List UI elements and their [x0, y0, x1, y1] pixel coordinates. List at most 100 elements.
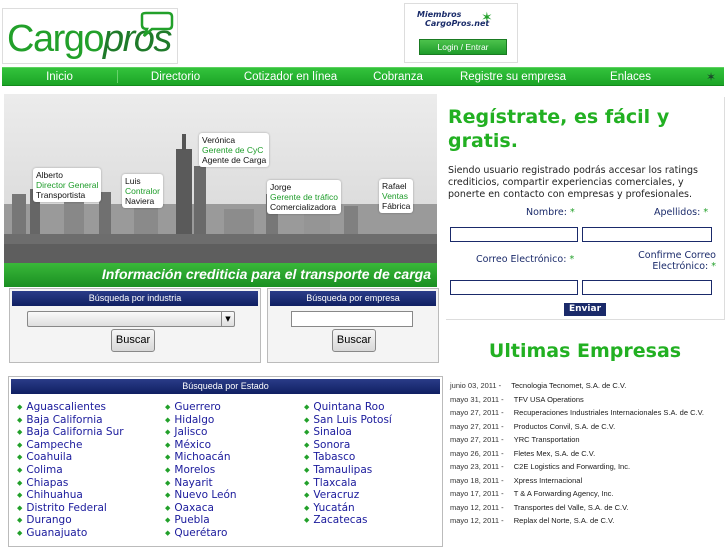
state-link[interactable]: ◆ Querétaro	[165, 527, 237, 540]
state-link[interactable]: ◆ Durango	[17, 514, 124, 527]
industry-select[interactable]: ▼	[27, 311, 235, 327]
state-name[interactable]: Baja California	[26, 414, 102, 426]
state-link[interactable]: ◆ San Luis Potosí	[304, 414, 392, 427]
company-link[interactable]: YRC Transportation	[514, 435, 580, 444]
industry-search-button[interactable]: Buscar	[111, 329, 155, 352]
company-link[interactable]: Productos Convil, S.A. de C.V.	[514, 422, 615, 431]
company-date: mayo 17, 2011	[450, 489, 500, 498]
bullet-diamond-icon: ◆	[304, 491, 310, 500]
state-link[interactable]: ◆ Guanajuato	[17, 527, 124, 540]
company-link[interactable]: Recuperaciones Industriales Internaciona…	[514, 408, 704, 417]
state-name[interactable]: Morelos	[174, 464, 215, 476]
company-link[interactable]: T & A Forwarding Agency, Inc.	[514, 489, 614, 498]
state-link[interactable]: ◆ Chihuahua	[17, 489, 124, 502]
lastname-field[interactable]	[582, 227, 712, 242]
state-link[interactable]: ◆ Puebla	[165, 514, 237, 527]
confirm-email-field[interactable]	[582, 280, 712, 295]
state-link[interactable]: ◆ Nayarit	[165, 477, 237, 490]
state-link[interactable]: ◆ Veracruz	[304, 489, 392, 502]
company-link[interactable]: TFV USA Operations	[514, 395, 584, 404]
state-name[interactable]: Yucatán	[313, 502, 354, 514]
submit-button[interactable]: Enviar	[564, 303, 606, 316]
state-name[interactable]: Jalisco	[174, 426, 207, 438]
state-link[interactable]: ◆ México	[165, 439, 237, 452]
state-name[interactable]: Oaxaca	[174, 502, 214, 514]
state-name[interactable]: Querétaro	[174, 527, 227, 539]
state-link[interactable]: ◆ Coahuila	[17, 451, 124, 464]
state-name[interactable]: Chihuahua	[26, 489, 82, 501]
state-link[interactable]: ◆ Baja California	[17, 414, 124, 427]
state-name[interactable]: Colima	[26, 464, 62, 476]
company-link[interactable]: Fletes Mex, S.A. de C.V.	[514, 449, 595, 458]
company-search-input[interactable]	[291, 311, 413, 327]
state-link[interactable]: ◆ Chiapas	[17, 477, 124, 490]
state-link[interactable]: ◆ Sinaloa	[304, 426, 392, 439]
state-name[interactable]: Veracruz	[313, 489, 359, 501]
company-link[interactable]: Xpress Internacional	[514, 476, 582, 485]
state-name[interactable]: Chiapas	[26, 477, 68, 489]
state-name[interactable]: Guanajuato	[26, 527, 87, 539]
search-industry-header: Búsqueda por industria	[12, 291, 258, 306]
bullet-diamond-icon: ◆	[304, 478, 310, 487]
state-name[interactable]: Sonora	[313, 439, 350, 451]
state-link[interactable]: ◆ Nuevo León	[165, 489, 237, 502]
company-link[interactable]: Replax del Norte, S.A. de C.V.	[514, 516, 615, 525]
name-label: Nombre: *	[526, 207, 575, 218]
state-link[interactable]: ◆ Hidalgo	[165, 414, 237, 427]
nav-cotizador[interactable]: Cotizador en línea	[233, 71, 348, 83]
nav-registre[interactable]: Registre su empresa	[448, 71, 578, 83]
state-link[interactable]: ◆ Guerrero	[165, 401, 237, 414]
state-link[interactable]: ◆ Michoacán	[165, 451, 237, 464]
state-link[interactable]: ◆ Campeche	[17, 439, 124, 452]
state-link[interactable]: ◆ Colima	[17, 464, 124, 477]
state-name[interactable]: Tamaulipas	[313, 464, 372, 476]
state-name[interactable]: Sinaloa	[313, 426, 351, 438]
state-name[interactable]: Tlaxcala	[313, 477, 356, 489]
state-link[interactable]: ◆ Yucatán	[304, 502, 392, 515]
nav-directorio[interactable]: Directorio	[118, 71, 233, 83]
nav-enlaces[interactable]: Enlaces	[578, 71, 683, 83]
state-link[interactable]: ◆ Oaxaca	[165, 502, 237, 515]
state-name[interactable]: Guerrero	[174, 401, 220, 413]
state-link[interactable]: ◆ Tamaulipas	[304, 464, 392, 477]
state-name[interactable]: Puebla	[174, 514, 209, 526]
state-name[interactable]: Distrito Federal	[26, 502, 106, 514]
state-name[interactable]: Baja California Sur	[26, 426, 123, 438]
company-link[interactable]: C2E Logistics and Forwarding, Inc.	[514, 462, 630, 471]
nav-inicio[interactable]: Inicio	[2, 71, 117, 83]
company-link[interactable]: Tecnologia Tecnomet, S.A. de C.V.	[511, 381, 626, 390]
state-name[interactable]: Campeche	[26, 439, 82, 451]
email-field[interactable]	[450, 280, 578, 295]
state-name[interactable]: Zacatecas	[313, 514, 367, 526]
state-link[interactable]: ◆ Distrito Federal	[17, 502, 124, 515]
state-link[interactable]: ◆ Jalisco	[165, 426, 237, 439]
company-search-button[interactable]: Buscar	[332, 329, 376, 352]
state-link[interactable]: ◆ Tlaxcala	[304, 477, 392, 490]
state-link[interactable]: ◆ Zacatecas	[304, 514, 392, 527]
state-name[interactable]: Nuevo León	[174, 489, 236, 501]
state-name[interactable]: Durango	[26, 514, 71, 526]
login-button[interactable]: Login / Entrar	[419, 39, 507, 55]
state-name[interactable]: Nayarit	[174, 477, 212, 489]
state-link[interactable]: ◆ Baja California Sur	[17, 426, 124, 439]
state-link[interactable]: ◆ Quintana Roo	[304, 401, 392, 414]
state-name[interactable]: Hidalgo	[174, 414, 214, 426]
state-link[interactable]: ◆ Aguascalientes	[17, 401, 124, 414]
nav-cobranza[interactable]: Cobranza	[348, 71, 448, 83]
state-name[interactable]: Aguascalientes	[26, 401, 106, 413]
state-link[interactable]: ◆ Morelos	[165, 464, 237, 477]
state-name[interactable]: México	[174, 439, 211, 451]
state-name[interactable]: Tabasco	[313, 451, 355, 463]
name-field[interactable]	[450, 227, 578, 242]
state-name[interactable]: Coahuila	[26, 451, 72, 463]
bullet-diamond-icon: ◆	[165, 516, 171, 525]
bullet-diamond-icon: ◆	[17, 491, 23, 500]
cargopros-logo[interactable]: Cargopros	[2, 8, 178, 64]
state-name[interactable]: Michoacán	[174, 451, 230, 463]
state-name[interactable]: San Luis Potosí	[313, 414, 391, 426]
company-link[interactable]: Transportes del Valle, S.A. de C.V.	[514, 503, 629, 512]
bullet-diamond-icon: ◆	[304, 403, 310, 411]
state-link[interactable]: ◆ Sonora	[304, 439, 392, 452]
state-name[interactable]: Quintana Roo	[313, 401, 384, 413]
state-link[interactable]: ◆ Tabasco	[304, 451, 392, 464]
